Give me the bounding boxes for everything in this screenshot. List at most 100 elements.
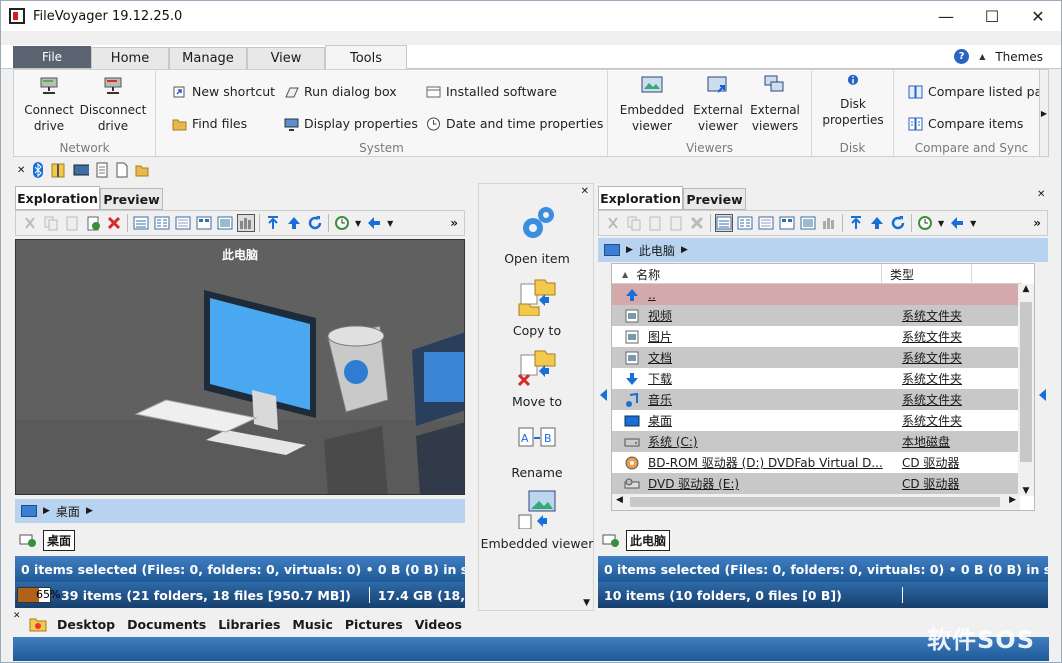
left-location-tab[interactable]: 桌面 [43, 529, 76, 551]
right-collapse-arrow-icon[interactable] [1039, 389, 1046, 401]
scroll-up-icon[interactable]: ▲ [1018, 284, 1034, 300]
view-details-icon[interactable] [715, 214, 733, 232]
new-tab-icon[interactable] [19, 533, 37, 547]
right-breadcrumb[interactable]: 此电脑 [639, 242, 675, 259]
back-dropdown-icon[interactable]: ▼ [387, 219, 393, 228]
history-icon[interactable] [334, 215, 350, 231]
table-row[interactable]: 图片 系统文件夹 [612, 326, 1018, 347]
close-bookmarks-icon[interactable]: ✕ [13, 611, 21, 621]
bookmark-item[interactable]: Pictures [345, 617, 403, 632]
breadcrumb-arrow-icon[interactable]: ▶ [86, 506, 93, 516]
view-large-icons-icon[interactable] [217, 215, 233, 231]
bookmark-item[interactable]: Libraries [218, 617, 280, 632]
view-small-icons-icon[interactable] [758, 215, 774, 231]
scroll-left-icon[interactable]: ◀ [616, 495, 623, 505]
go-up-icon[interactable] [286, 215, 302, 231]
table-row[interactable]: BD-ROM 驱动器 (D:) DVDFab Virtual D... CD 驱动… [612, 452, 1018, 473]
back-arrow-icon[interactable] [366, 215, 382, 231]
view-thumbnails-icon[interactable] [237, 214, 255, 232]
ribbon-scroll-right-button[interactable]: ▶ [1039, 69, 1049, 157]
tab-file[interactable]: File [13, 46, 91, 68]
delete-icon[interactable] [106, 215, 122, 231]
close-right-pane-icon[interactable]: ✕ [1037, 189, 1045, 200]
bluetooth-icon[interactable] [31, 162, 45, 178]
horizontal-scrollbar[interactable]: ◀ ▶ [612, 494, 1020, 510]
breadcrumb-arrow-icon[interactable]: ▶ [681, 245, 688, 255]
vertical-scrollbar[interactable]: ▲ ▼ [1018, 284, 1034, 496]
view-details-icon[interactable] [133, 215, 149, 231]
refresh-icon[interactable] [307, 215, 323, 231]
left-address-bar[interactable]: ▶ 桌面 ▶ [15, 499, 465, 523]
preview-viewer[interactable]: 此电脑 [15, 239, 465, 495]
table-row[interactable]: .. [612, 284, 1018, 305]
history-dropdown-icon[interactable]: ▼ [355, 219, 361, 228]
right-tab-preview[interactable]: Preview [683, 188, 746, 210]
view-small-icons-icon[interactable] [175, 215, 191, 231]
paste-shortcut-icon[interactable] [668, 215, 684, 231]
copy-icon[interactable] [43, 215, 59, 231]
compare-items-button[interactable]: Compare items [908, 116, 1023, 131]
paste-shortcut-icon[interactable] [85, 215, 101, 231]
column-name-header[interactable]: ▲ 名称 [612, 264, 882, 284]
refresh-icon[interactable] [890, 215, 906, 231]
copy-to-button[interactable]: Copy to [479, 276, 595, 338]
left-tab-exploration[interactable]: Exploration [15, 186, 100, 210]
embedded-viewer-action-button[interactable]: Embedded viewer [479, 489, 595, 551]
view-large-icons-icon[interactable] [800, 215, 816, 231]
open-folder-icon[interactable] [135, 162, 149, 178]
left-tab-preview[interactable]: Preview [100, 188, 163, 210]
help-icon[interactable]: ? [954, 49, 970, 64]
paste-icon[interactable] [647, 215, 663, 231]
maximize-button[interactable]: ☐ [969, 1, 1015, 31]
view-list-icon[interactable] [737, 215, 753, 231]
view-thumbnails-icon[interactable] [821, 215, 837, 231]
embedded-viewer-button[interactable]: Embedded viewer [616, 74, 688, 134]
delete-icon[interactable] [689, 215, 705, 231]
go-root-icon[interactable] [265, 215, 281, 231]
cut-icon[interactable] [605, 215, 621, 231]
close-button[interactable]: ✕ [1015, 1, 1061, 31]
view-tiles-icon[interactable] [196, 215, 212, 231]
breadcrumb-arrow-icon[interactable]: ▶ [43, 506, 50, 516]
display-properties-button[interactable]: Display properties [284, 116, 418, 131]
tab-manage[interactable]: Manage [169, 47, 247, 69]
disconnect-drive-button[interactable]: Disconnect drive [78, 74, 148, 134]
blank-page-icon[interactable] [115, 162, 129, 178]
scroll-right-icon[interactable]: ▶ [1009, 495, 1016, 505]
scroll-thumb[interactable] [1020, 302, 1032, 462]
column-type-header[interactable]: 类型 [882, 264, 972, 284]
history-icon[interactable] [917, 215, 933, 231]
close-actions-icon[interactable]: ✕ [581, 186, 589, 197]
right-address-bar[interactable]: ▶ 此电脑 ▶ [598, 238, 1048, 262]
new-shortcut-button[interactable]: New shortcut [172, 84, 275, 99]
tab-tools[interactable]: Tools [325, 45, 407, 70]
open-item-button[interactable]: Open item [479, 204, 595, 266]
table-row[interactable]: 文档 系统文件夹 [612, 347, 1018, 368]
compare-listed-button[interactable]: Compare listed pa [908, 84, 1042, 99]
tab-view[interactable]: View [247, 47, 325, 69]
disk-properties-button[interactable]: Disk properties [816, 74, 890, 128]
left-collapse-arrow-icon[interactable] [600, 389, 607, 401]
pane-splitter[interactable] [465, 183, 477, 611]
themes-menu[interactable]: ? ▲ Themes [954, 49, 1043, 64]
document-icon[interactable] [95, 162, 109, 178]
h-scroll-thumb[interactable] [630, 497, 1000, 507]
table-row[interactable]: 桌面 系统文件夹 [612, 410, 1018, 431]
view-tiles-icon[interactable] [779, 215, 795, 231]
table-row[interactable]: 系统 (C:) 本地磁盘 [612, 431, 1018, 452]
bookmark-item[interactable]: Music [292, 617, 332, 632]
find-files-button[interactable]: Find files [172, 116, 247, 131]
external-viewer-button[interactable]: External viewer [688, 74, 748, 134]
toolbar-overflow-icon[interactable]: » [1033, 216, 1041, 230]
toolbar-overflow-icon[interactable]: » [450, 216, 458, 230]
new-tab-icon[interactable] [602, 533, 620, 547]
bookmark-item[interactable]: Videos [415, 617, 462, 632]
table-row[interactable]: 下载 系统文件夹 [612, 368, 1018, 389]
rename-button[interactable]: AB Rename [479, 418, 595, 480]
connect-drive-button[interactable]: Connect drive [20, 74, 78, 134]
run-dialog-button[interactable]: Run dialog box [284, 84, 397, 99]
bookmark-item[interactable]: Documents [127, 617, 206, 632]
right-tab-exploration[interactable]: Exploration [598, 186, 683, 210]
monitor-icon[interactable] [71, 162, 90, 178]
actions-scroll-down-icon[interactable]: ▼ [583, 598, 590, 608]
